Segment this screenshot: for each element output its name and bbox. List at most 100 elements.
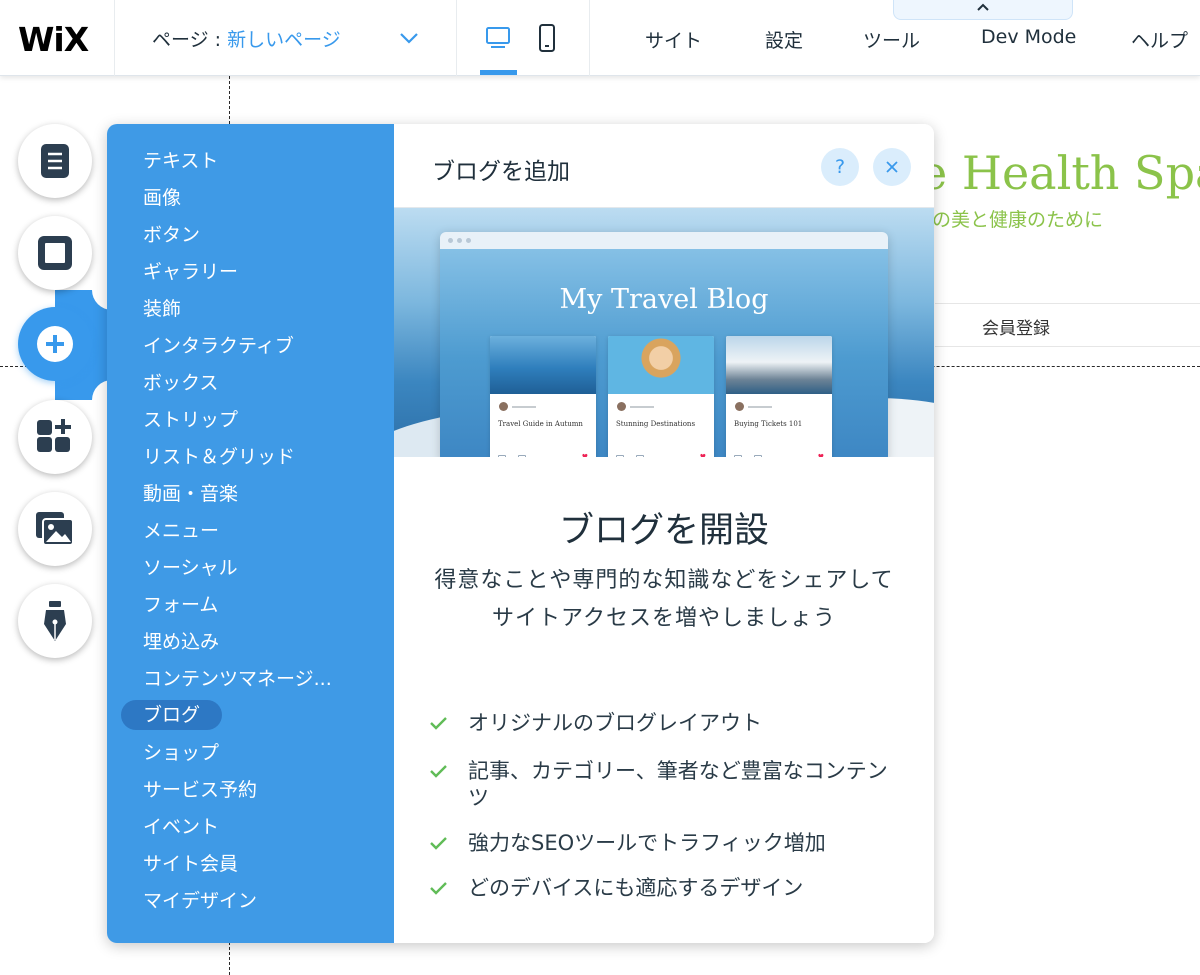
category-text[interactable]: テキスト — [143, 146, 218, 176]
site-nav-member-signup[interactable]: 会員登録 — [982, 314, 1050, 339]
category-content-manager[interactable]: コンテンツマネージ... — [143, 664, 332, 694]
menu-tools[interactable]: ツール — [863, 26, 920, 53]
pages-button[interactable] — [18, 124, 92, 198]
category-my-designs[interactable]: マイデザイン — [143, 886, 257, 916]
blog-description: 得意なことや専門的な知識などをシェアしてサイトアクセスを増やしましょう — [434, 568, 894, 631]
post-title: Buying Tickets 101 — [734, 420, 803, 428]
check-icon — [430, 837, 447, 850]
category-members[interactable]: サイト会員 — [143, 849, 238, 879]
window-dot — [466, 238, 471, 243]
preview-post-card: Travel Guide in Autumn ♥ — [490, 336, 596, 457]
divider — [935, 303, 1200, 304]
divider — [456, 0, 457, 76]
add-elements-panel: テキスト 画像 ボタン ギャラリー 装飾 インタラクティブ ボックス ストリップ… — [107, 124, 934, 943]
pen-icon — [44, 601, 66, 641]
site-subtitle[interactable]: の美と健康のために — [932, 205, 1103, 232]
page-prefix: ページ : — [152, 29, 222, 51]
category-button[interactable]: ボタン — [143, 220, 200, 250]
category-blog[interactable]: ブログ — [121, 700, 223, 730]
window-dot — [457, 238, 462, 243]
heart-icon: ♥ — [817, 453, 824, 458]
media-icon — [36, 512, 74, 546]
active-device-indicator — [480, 70, 517, 75]
blog-detail-pane: ブログを追加 ? My Travel Blog Travel Guide in … — [394, 124, 934, 943]
feature-text: どのデバイスにも適応するデザイン — [468, 876, 804, 900]
preview-post-card: Stunning Destinations ♥ — [608, 336, 714, 457]
post-meta — [617, 402, 654, 411]
blog-preview-image[interactable]: My Travel Blog Travel Guide in Autumn ♥ … — [394, 208, 934, 457]
category-list: テキスト 画像 ボタン ギャラリー 装飾 インタラクティブ ボックス ストリップ… — [107, 124, 394, 943]
blog-pen-button[interactable] — [18, 584, 92, 658]
post-thumbnail — [726, 336, 832, 394]
post-title: Stunning Destinations — [616, 420, 696, 428]
post-footer: ♥ — [498, 453, 588, 458]
category-list-grid[interactable]: リスト＆グリッド — [143, 442, 295, 472]
post-footer: ♥ — [616, 453, 706, 458]
category-menu[interactable]: メニュー — [143, 516, 219, 546]
media-button[interactable] — [18, 492, 92, 566]
post-thumbnail — [608, 336, 714, 394]
pages-icon — [41, 144, 69, 178]
help-icon: ? — [834, 156, 846, 178]
category-events[interactable]: イベント — [143, 812, 219, 842]
page-selector[interactable]: ページ : 新しいページ — [152, 25, 341, 52]
heart-icon: ♥ — [699, 453, 706, 458]
blog-heading: ブログを開設 — [558, 511, 769, 551]
category-form[interactable]: フォーム — [143, 590, 218, 620]
category-image[interactable]: 画像 — [143, 183, 181, 213]
preview-window-bar — [440, 232, 888, 249]
close-button[interactable] — [873, 148, 911, 186]
category-gallery[interactable]: ギャラリー — [143, 257, 238, 287]
category-bookings[interactable]: サービス予約 — [143, 775, 257, 805]
feature-text: オリジナルのブログレイアウト — [468, 711, 762, 735]
post-footer: ♥ — [734, 453, 824, 458]
apps-icon — [37, 419, 71, 452]
category-video-music[interactable]: 動画・音楽 — [143, 479, 238, 509]
feature-text: 記事、カテゴリー、筆者など豊富なコンテンツ — [468, 759, 888, 810]
mobile-view-button[interactable] — [529, 18, 565, 58]
wix-logo[interactable]: WiX — [18, 20, 89, 59]
desktop-icon — [486, 27, 510, 48]
editor-top-bar: WiX ページ : 新しいページ サイト 設定 ツール Dev Mode ヘルプ — [0, 0, 1200, 76]
preview-blog-title: My Travel Blog — [559, 284, 769, 315]
divider — [589, 0, 590, 76]
desktop-view-button[interactable] — [480, 18, 516, 58]
category-interactive[interactable]: インタラクティブ — [143, 331, 294, 361]
check-icon — [430, 882, 447, 895]
background-button[interactable] — [18, 216, 92, 290]
preview-browser-window: My Travel Blog Travel Guide in Autumn ♥ … — [440, 232, 888, 457]
current-page-name: 新しいページ — [227, 29, 341, 51]
menu-help[interactable]: ヘルプ — [1131, 26, 1188, 53]
add-apps-button[interactable] — [18, 400, 92, 474]
category-box[interactable]: ボックス — [143, 368, 218, 398]
category-strip[interactable]: ストリップ — [143, 405, 238, 435]
mobile-icon — [539, 24, 555, 52]
chevron-up-icon — [977, 3, 989, 11]
help-button[interactable]: ? — [821, 148, 859, 186]
heart-icon: ♥ — [581, 453, 588, 458]
post-thumbnail — [490, 336, 596, 394]
menu-dev-mode[interactable]: Dev Mode — [981, 26, 1076, 48]
post-meta — [499, 402, 536, 411]
close-icon — [886, 161, 898, 173]
add-button[interactable] — [18, 307, 92, 381]
check-icon — [430, 717, 447, 730]
category-embed[interactable]: 埋め込み — [143, 627, 219, 657]
add-icon — [37, 326, 73, 362]
preview-post-card: Buying Tickets 101 ♥ — [726, 336, 832, 457]
chevron-down-icon[interactable] — [398, 30, 420, 46]
category-shop[interactable]: ショップ — [143, 738, 219, 768]
menu-settings[interactable]: 設定 — [765, 26, 803, 53]
feature-text: 強力なSEOツールでトラフィック増加 — [468, 831, 826, 855]
post-meta — [735, 402, 772, 411]
collapse-topbar-button[interactable] — [893, 0, 1073, 20]
post-title: Travel Guide in Autumn — [498, 420, 583, 428]
window-dot — [448, 238, 453, 243]
menu-site[interactable]: サイト — [645, 26, 702, 53]
site-title[interactable]: e Health Spa — [920, 146, 1200, 200]
divider — [935, 346, 1200, 347]
category-social[interactable]: ソーシャル — [143, 553, 238, 583]
category-decorative[interactable]: 装飾 — [143, 294, 181, 324]
background-icon — [38, 236, 72, 270]
panel-title: ブログを追加 — [432, 159, 570, 185]
